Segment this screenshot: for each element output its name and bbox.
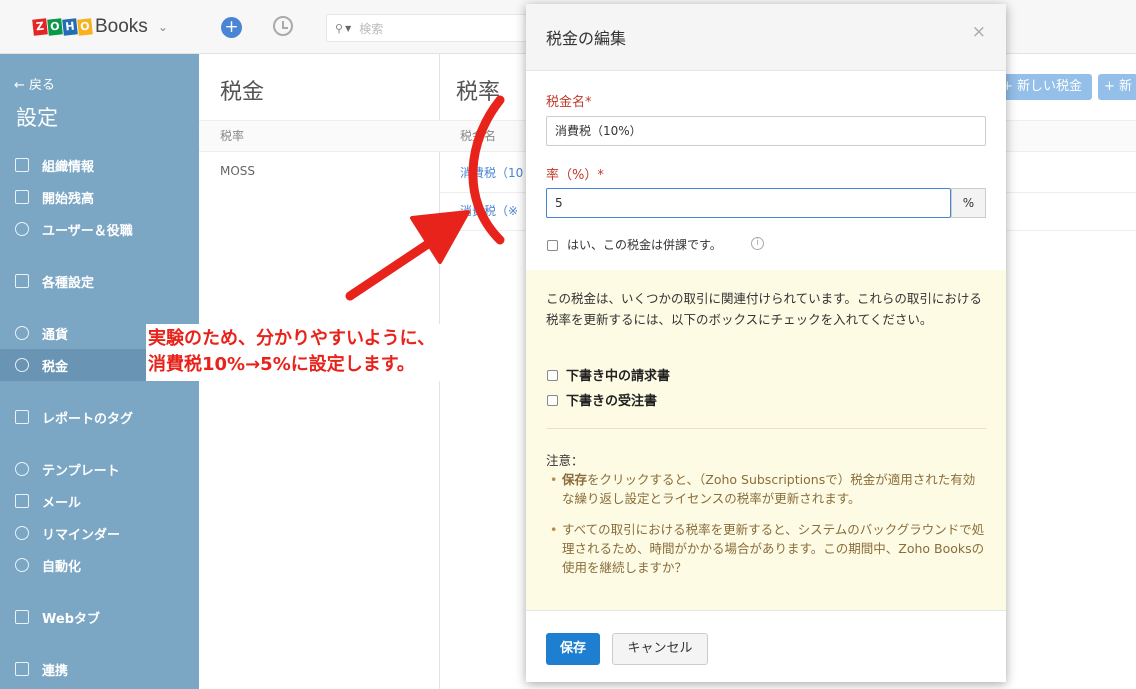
compound-tax-checkbox[interactable] — [547, 240, 558, 251]
sidebar-item-preferences[interactable]: 各種設定 — [0, 265, 199, 297]
notice-text: この税金は、いくつかの取引に関連付けられています。これらの取引における税率を更新… — [546, 291, 982, 327]
list-item[interactable]: MOSS — [220, 164, 255, 178]
page-title: 税率 — [456, 80, 501, 105]
sidebar-item-organization[interactable]: 組織情報 — [0, 149, 199, 181]
note-bullet: 保存をクリックすると、（Zoho Subscriptionsで）税金が適用された… — [546, 470, 986, 508]
sidebar-item-templates[interactable]: テンプレート — [0, 453, 199, 485]
search-dropdown-caret-icon[interactable]: ▼ — [345, 24, 351, 33]
logo-letter: H — [62, 18, 78, 36]
table-row[interactable]: 消費税（※ — [460, 202, 518, 219]
bell-icon — [15, 526, 29, 540]
sidebar-item-web-tabs[interactable]: Webタブ — [0, 601, 199, 633]
logo-text: Books — [95, 16, 148, 37]
panel-title: 税金 — [220, 80, 265, 105]
currency-icon — [15, 326, 29, 340]
ledger-icon — [15, 190, 29, 204]
sidebar-item-label: 税金 — [42, 359, 69, 375]
search-placeholder: 検索 — [359, 21, 384, 36]
logo-letter: O — [47, 18, 63, 36]
divider — [546, 428, 986, 429]
column-header: 税率 — [199, 120, 440, 152]
draft-sales-orders-label[interactable]: 下書きの受注書 — [566, 390, 657, 409]
sidebar-item-automation[interactable]: 自動化 — [0, 549, 199, 581]
dialog-title: 税金の編集 — [546, 29, 627, 48]
search-icon: ⚲ — [335, 21, 344, 35]
sidebar-item-opening-balances[interactable]: 開始残高 — [0, 181, 199, 213]
dialog-header: 税金の編集 × — [526, 4, 1006, 71]
annotation-line: 実験のため、分かりやすいように、 — [148, 328, 436, 349]
sidebar-item-reminders[interactable]: リマインダー — [0, 517, 199, 549]
sidebar-item-label: 自動化 — [42, 559, 82, 575]
sidebar-item-emails[interactable]: メール — [0, 485, 199, 517]
draft-invoices-label[interactable]: 下書き中の請求書 — [566, 365, 670, 384]
note-bullet: すべての取引における税率を更新すると、システムのバックグラウンドで処理されるため… — [546, 520, 986, 577]
tax-name-label: 税金名* — [546, 95, 592, 110]
sidebar-item-reporting-tags[interactable]: レポートのタグ — [0, 401, 199, 433]
search-input[interactable]: ⚲ ▼ 検索 — [326, 14, 546, 42]
table-row[interactable]: 消費税（10 — [460, 164, 523, 181]
sidebar-item-label: 連携 — [42, 663, 69, 679]
chevron-down-icon[interactable]: ⌄ — [158, 20, 168, 34]
dialog-footer: 保存 キャンセル — [526, 610, 1006, 682]
save-button[interactable]: 保存 — [546, 633, 600, 665]
sidebar-item-integrations[interactable]: 連携 — [0, 653, 199, 685]
sidebar-item-label: メール — [42, 495, 82, 511]
draft-sales-orders-checkbox[interactable] — [547, 395, 558, 406]
new-tax-button[interactable]: + 新しい税金 — [992, 74, 1093, 100]
building-icon — [15, 158, 29, 172]
annotation-text: 実験のため、分かりやすいように、 消費税10%→5%に設定します。 — [148, 326, 435, 378]
rate-input[interactable]: 5 — [546, 188, 951, 218]
note-title: 注意： — [546, 453, 584, 468]
percent-icon — [15, 358, 29, 372]
sidebar-item-label: 各種設定 — [42, 275, 95, 291]
sidebar-item-label: 開始残高 — [42, 191, 95, 207]
sidebar-item-label: 通貨 — [42, 327, 69, 343]
info-icon[interactable]: i — [751, 237, 764, 250]
draft-invoices-checkbox[interactable] — [547, 370, 558, 381]
edit-tax-dialog: 税金の編集 × 税金名* 消費税（10%） 率（%）* 5 % はい、この税金は… — [526, 4, 1006, 682]
history-icon[interactable] — [273, 16, 293, 36]
compound-tax-label[interactable]: はい、この税金は併課です。 — [567, 236, 722, 253]
mail-icon — [15, 494, 29, 508]
close-icon[interactable]: × — [972, 22, 986, 42]
refresh-icon — [15, 558, 29, 572]
cancel-button[interactable]: キャンセル — [612, 633, 708, 665]
palette-icon — [15, 462, 29, 476]
sidebar-title: 設定 — [16, 106, 58, 130]
logo-letter: Z — [32, 18, 48, 36]
rate-label: 率（%）* — [546, 168, 604, 183]
sidebar-item-label: Webタブ — [42, 611, 100, 627]
note-bullet-bold: 保存 — [562, 472, 588, 487]
sidebar-item-label: 組織情報 — [42, 159, 95, 175]
sidebar-item-label: レポートのタグ — [42, 411, 134, 427]
annotation-line: 消費税10%→5%に設定します。 — [148, 354, 415, 375]
sidebar-item-label: リマインダー — [42, 527, 121, 543]
window-icon — [15, 610, 29, 624]
tax-name-input[interactable]: 消費税（10%） — [546, 116, 986, 146]
back-link[interactable]: ← 戻る — [14, 74, 55, 93]
sidebar-item-label: ユーザー＆役職 — [42, 223, 133, 239]
quick-create-plus-icon[interactable]: + — [221, 17, 242, 38]
sliders-icon — [15, 274, 29, 288]
percent-addon: % — [951, 188, 986, 218]
tag-icon — [15, 410, 29, 424]
note-bullet-text: をクリックすると、（Zoho Subscriptionsで）税金が適用された有効… — [562, 472, 976, 506]
zoho-logo: Z O H O — [32, 18, 93, 36]
new-button[interactable]: + 新 — [1098, 74, 1136, 100]
users-icon — [15, 222, 29, 236]
sidebar-item-label: テンプレート — [42, 463, 120, 479]
logo-letter: O — [77, 18, 93, 36]
app-logo[interactable]: Z O H O Books ⌄ — [0, 0, 199, 54]
associated-transactions-notice: この税金は、いくつかの取引に関連付けられています。これらの取引における税率を更新… — [526, 270, 1006, 610]
plug-icon — [15, 662, 29, 676]
sidebar-item-users-roles[interactable]: ユーザー＆役職 — [0, 213, 199, 245]
